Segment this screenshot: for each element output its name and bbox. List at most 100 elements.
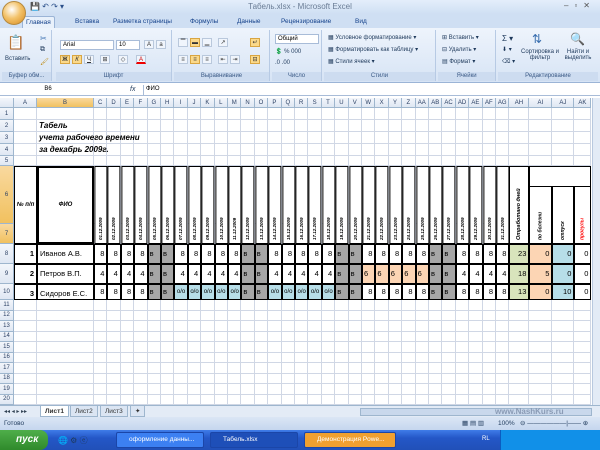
cell[interactable] bbox=[37, 352, 94, 363]
cell[interactable] bbox=[94, 156, 108, 166]
column-header-X[interactable]: X bbox=[375, 98, 389, 108]
cell[interactable] bbox=[321, 108, 336, 120]
cell[interactable] bbox=[14, 321, 37, 332]
cell[interactable] bbox=[228, 310, 242, 321]
quick-access-toolbar[interactable]: 💾 ↶ ↷ ▾ bbox=[30, 2, 64, 11]
cell[interactable] bbox=[455, 363, 470, 374]
cell[interactable] bbox=[496, 321, 510, 332]
cell[interactable] bbox=[147, 321, 161, 332]
cell[interactable] bbox=[388, 321, 403, 332]
row-header-3[interactable]: 3 bbox=[0, 132, 14, 144]
column-header-AD[interactable]: AD bbox=[455, 98, 470, 108]
cell[interactable] bbox=[241, 310, 255, 321]
cell[interactable] bbox=[529, 363, 553, 374]
absent-days[interactable]: 0 bbox=[574, 284, 592, 300]
cell[interactable] bbox=[455, 120, 470, 132]
day-cell[interactable]: в bbox=[348, 264, 362, 284]
cell[interactable] bbox=[187, 331, 202, 342]
cell[interactable] bbox=[228, 156, 242, 166]
cell[interactable] bbox=[281, 331, 295, 342]
cell[interactable] bbox=[415, 363, 429, 374]
day-cell[interactable]: о/о bbox=[228, 284, 242, 300]
day-cell[interactable]: 4 bbox=[174, 264, 188, 284]
cell[interactable] bbox=[295, 352, 309, 363]
cell[interactable] bbox=[348, 373, 362, 384]
cell[interactable] bbox=[14, 120, 37, 132]
cell[interactable] bbox=[174, 321, 188, 332]
cell[interactable] bbox=[362, 363, 376, 374]
cell[interactable] bbox=[375, 132, 389, 144]
cell[interactable] bbox=[442, 120, 456, 132]
cell[interactable] bbox=[442, 108, 456, 120]
insert-cells-button[interactable]: ⊞ Вставить ▾ bbox=[442, 34, 479, 41]
cell[interactable] bbox=[321, 394, 336, 405]
cell[interactable] bbox=[295, 108, 309, 120]
cell[interactable] bbox=[482, 310, 496, 321]
cell[interactable] bbox=[362, 373, 376, 384]
cell[interactable] bbox=[281, 156, 295, 166]
cell[interactable] bbox=[402, 342, 416, 353]
sick-days[interactable]: 0 bbox=[529, 284, 553, 300]
cell-styles-button[interactable]: ▦ Стили ячеек ▾ bbox=[328, 58, 375, 65]
day-cell[interactable]: о/о bbox=[295, 284, 309, 300]
cell[interactable] bbox=[509, 132, 530, 144]
column-header-AI[interactable]: AI bbox=[529, 98, 553, 108]
cell[interactable] bbox=[375, 300, 389, 311]
cell[interactable] bbox=[14, 310, 37, 321]
cell[interactable] bbox=[348, 120, 362, 132]
cell[interactable] bbox=[388, 108, 403, 120]
cell[interactable] bbox=[147, 384, 161, 395]
zoom-slider[interactable]: ⊖ ——————|—— ⊕ bbox=[520, 417, 588, 430]
cell[interactable] bbox=[295, 120, 309, 132]
cell[interactable] bbox=[228, 342, 242, 353]
cell[interactable] bbox=[552, 363, 575, 374]
cell[interactable] bbox=[214, 331, 228, 342]
cell[interactable] bbox=[552, 394, 575, 405]
grow-font-icon[interactable]: A bbox=[144, 40, 154, 49]
cell[interactable] bbox=[429, 144, 443, 156]
cell[interactable] bbox=[362, 384, 376, 395]
tab-2[interactable]: Разметка страницы bbox=[110, 16, 175, 28]
cell[interactable] bbox=[482, 108, 496, 120]
cell[interactable] bbox=[509, 156, 530, 166]
decimal-buttons[interactable]: .0 .00 bbox=[275, 60, 290, 66]
cell[interactable] bbox=[335, 342, 349, 353]
cell[interactable] bbox=[321, 373, 336, 384]
cell[interactable] bbox=[174, 384, 188, 395]
cell[interactable] bbox=[469, 300, 483, 311]
day-cell[interactable]: 4 bbox=[134, 264, 148, 284]
cell[interactable] bbox=[187, 373, 202, 384]
cell[interactable] bbox=[552, 108, 575, 120]
fill-icon[interactable]: ⬇ ▾ bbox=[502, 46, 512, 53]
column-header-E[interactable]: E bbox=[120, 98, 135, 108]
cell[interactable] bbox=[321, 144, 336, 156]
day-cell[interactable]: 6 bbox=[375, 264, 389, 284]
column-header-F[interactable]: F bbox=[134, 98, 148, 108]
day-cell[interactable]: 4 bbox=[281, 264, 295, 284]
paste-button[interactable]: Вставить bbox=[5, 56, 30, 62]
day-cell[interactable]: 8 bbox=[120, 244, 135, 264]
cell[interactable] bbox=[482, 321, 496, 332]
cell[interactable] bbox=[241, 156, 255, 166]
sheet-tab-2[interactable]: Лист2 bbox=[70, 406, 98, 417]
cell[interactable] bbox=[482, 144, 496, 156]
cell[interactable] bbox=[187, 300, 202, 311]
cell[interactable] bbox=[201, 108, 215, 120]
cell[interactable] bbox=[134, 394, 148, 405]
format-as-table-button[interactable]: ▦ Форматировать как таблицу ▾ bbox=[328, 46, 418, 53]
cell[interactable] bbox=[161, 342, 175, 353]
cell[interactable] bbox=[335, 144, 349, 156]
cell[interactable] bbox=[402, 321, 416, 332]
cell[interactable] bbox=[268, 300, 282, 311]
cell[interactable] bbox=[120, 363, 135, 374]
cell[interactable] bbox=[254, 120, 269, 132]
cell[interactable] bbox=[348, 321, 362, 332]
cell[interactable] bbox=[388, 352, 403, 363]
cell[interactable] bbox=[14, 342, 37, 353]
cell[interactable] bbox=[268, 363, 282, 374]
cell[interactable] bbox=[442, 363, 456, 374]
day-cell[interactable]: о/о bbox=[308, 284, 322, 300]
cell[interactable] bbox=[161, 373, 175, 384]
cell[interactable] bbox=[429, 373, 443, 384]
cell[interactable] bbox=[321, 321, 336, 332]
